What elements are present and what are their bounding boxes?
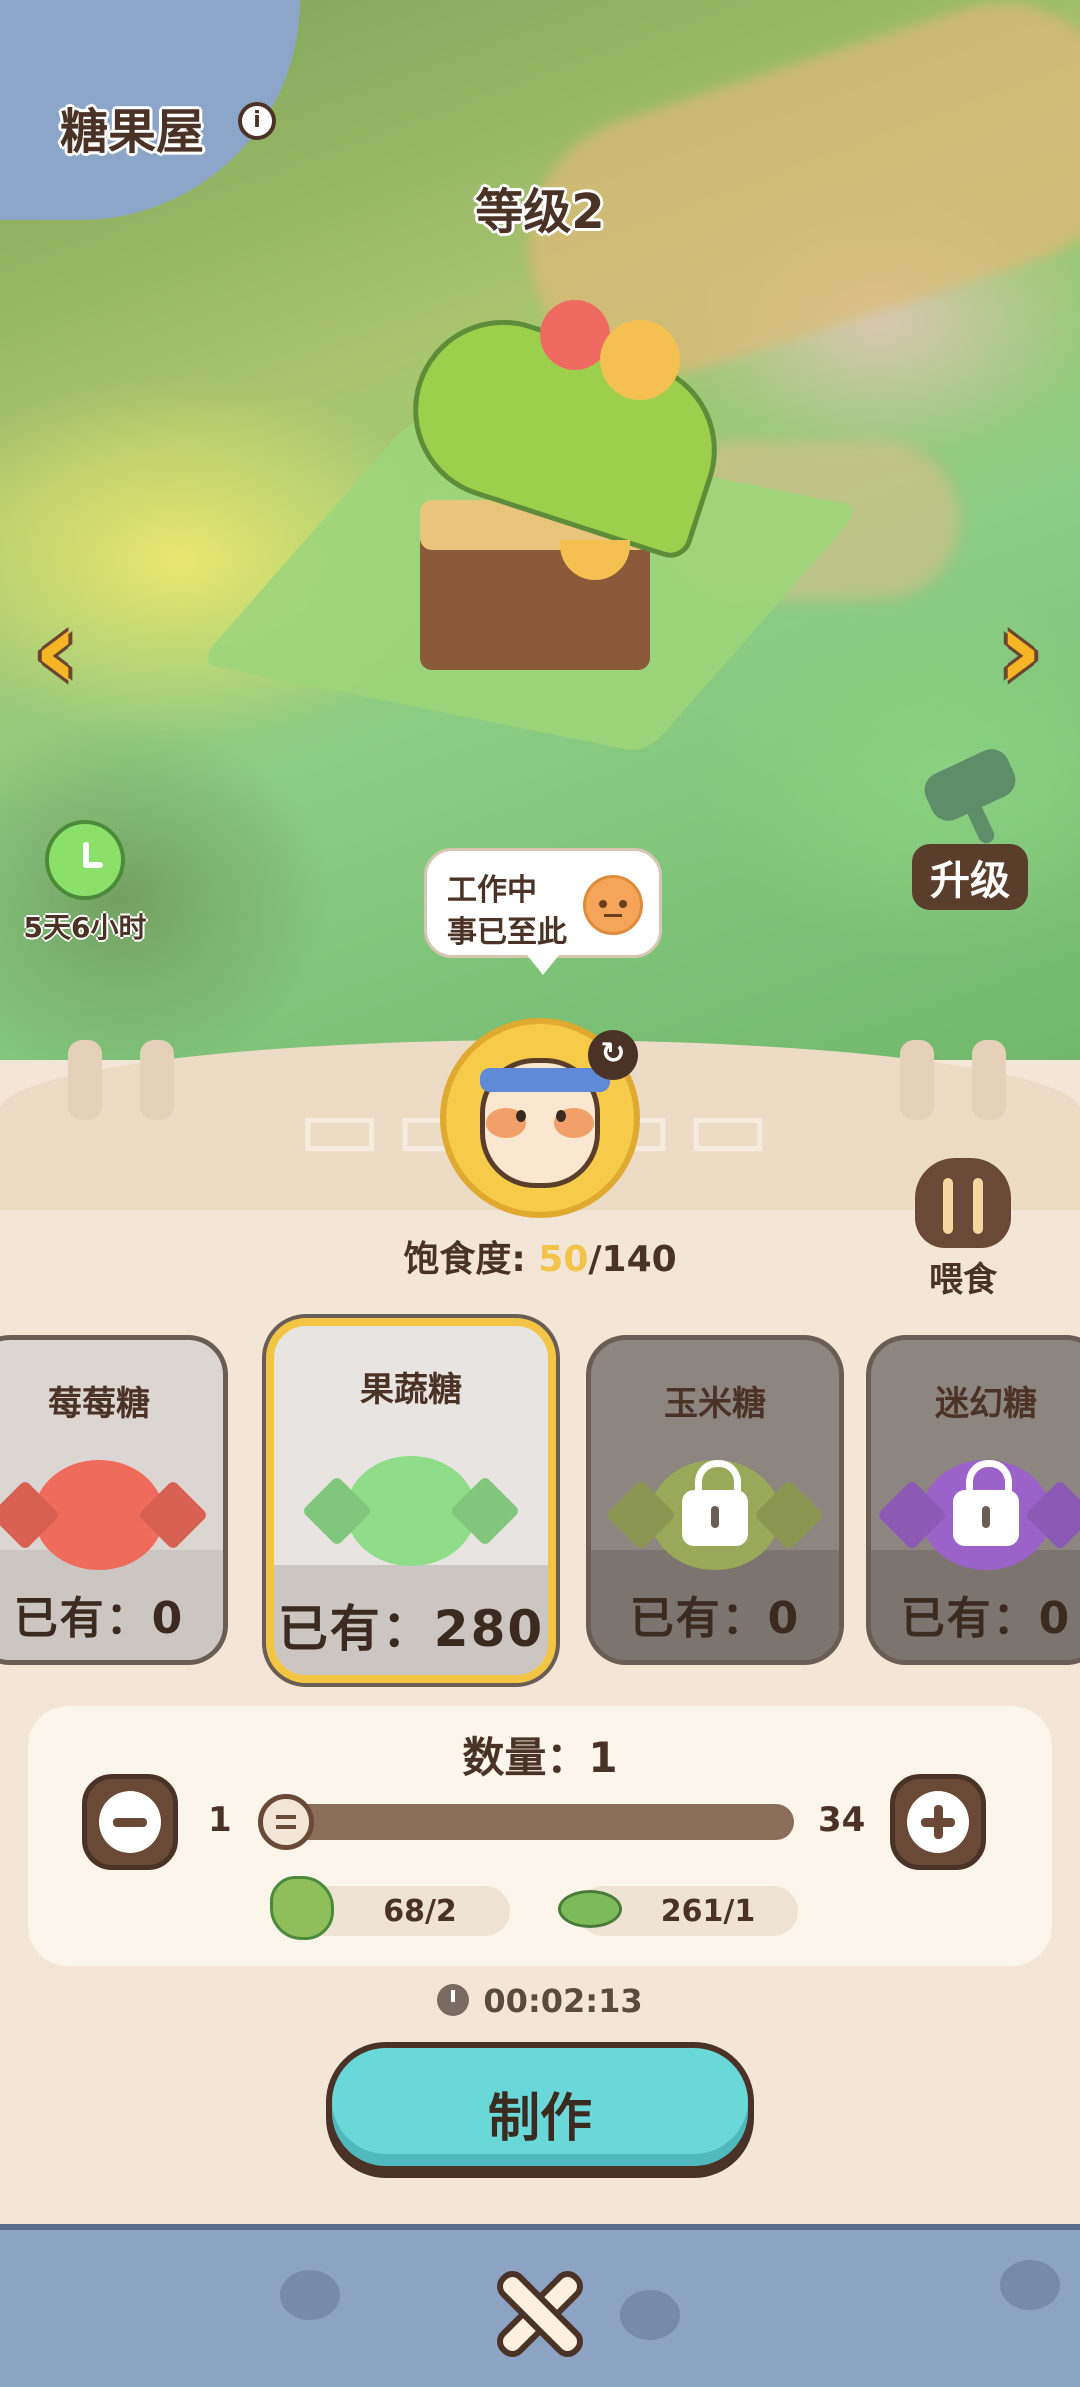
info-icon[interactable]: i xyxy=(238,102,276,140)
lock-icon xyxy=(953,1460,1019,1546)
candy-name: 莓莓糖 xyxy=(48,1384,150,1424)
satiety-max: /140 xyxy=(588,1239,677,1280)
candy-card-corn[interactable]: 玉米糖 已有：0 xyxy=(586,1335,844,1665)
upgrade-button[interactable]: 升级 xyxy=(890,743,1050,910)
paw-print-icon xyxy=(620,2290,680,2340)
fork-spoon-icon xyxy=(915,1158,1011,1248)
candy-card-fantasy[interactable]: 迷幻糖 已有：0 xyxy=(866,1335,1080,1665)
paw-print-icon xyxy=(1000,2260,1060,2310)
material-count: 68/2 xyxy=(383,1894,457,1929)
status-line: 事已至此 xyxy=(447,915,567,950)
quantity-box: 数量：1 1 34 68/2 261/1 xyxy=(28,1706,1052,1966)
candy-owned: 已有：0 xyxy=(629,1593,801,1644)
upgrade-label: 升级 xyxy=(912,844,1028,910)
candy-sign xyxy=(600,320,680,400)
clock-icon xyxy=(437,1984,470,2016)
material-lettuce: 68/2 xyxy=(270,1876,510,1940)
stopwatch-icon xyxy=(45,820,125,900)
timer-label: 5天6小时 xyxy=(23,911,147,944)
plus-icon xyxy=(907,1791,969,1853)
vegetable-candy-icon xyxy=(346,1456,476,1566)
status-bubble: 工作中 事已至此 xyxy=(424,848,662,975)
material-leaf: 261/1 xyxy=(558,1886,798,1936)
swap-pet-icon[interactable]: ↻ xyxy=(588,1030,638,1080)
eye xyxy=(556,1110,566,1122)
candy-name: 果蔬糖 xyxy=(360,1370,462,1410)
range-max: 34 xyxy=(818,1800,866,1840)
range-min: 1 xyxy=(208,1800,232,1840)
timer[interactable]: 5天6小时 xyxy=(10,820,160,946)
headband xyxy=(480,1068,610,1092)
candy-stall-building[interactable] xyxy=(197,290,863,790)
candy-card-strawberry[interactable]: 莓莓糖 已有：0 xyxy=(0,1335,228,1665)
slider-handle[interactable] xyxy=(258,1794,314,1850)
make-button[interactable]: 制作 xyxy=(326,2042,754,2172)
material-count: 261/1 xyxy=(660,1894,756,1929)
feed-button[interactable]: 喂食 xyxy=(908,1158,1018,1301)
lock-icon xyxy=(682,1460,748,1546)
quantity-label: 数量：1 xyxy=(462,1733,618,1782)
candy-card-vegetable[interactable]: 果蔬糖 已有：280 xyxy=(266,1318,556,1683)
candy-owned: 已有：280 xyxy=(277,1600,545,1658)
hammer-icon xyxy=(915,743,1025,846)
feed-label: 喂食 xyxy=(929,1260,997,1300)
building-title: 糖果屋 xyxy=(60,104,205,160)
craft-time: 00:02:13 xyxy=(0,1982,1080,2020)
next-building-arrow-icon[interactable]: › xyxy=(988,595,1052,705)
bottom-bar xyxy=(0,2224,1080,2387)
strawberry-candy-icon xyxy=(34,1460,164,1570)
prev-building-arrow-icon[interactable]: ‹ xyxy=(24,595,88,705)
status-line: 工作中 xyxy=(447,873,537,908)
building-level: 等级2 xyxy=(475,184,605,240)
satiety-current: 50 xyxy=(538,1239,589,1280)
increase-button[interactable] xyxy=(890,1774,986,1870)
paw-print-icon xyxy=(280,2270,340,2320)
minus-icon xyxy=(99,1791,161,1853)
decrease-button[interactable] xyxy=(82,1774,178,1870)
quantity-slider[interactable] xyxy=(274,1804,794,1840)
close-icon[interactable] xyxy=(490,2264,590,2364)
candy-owned: 已有：0 xyxy=(900,1593,1072,1644)
candy-name: 玉米糖 xyxy=(664,1384,766,1424)
make-label: 制作 xyxy=(487,2089,592,2149)
eye xyxy=(516,1110,526,1122)
meh-face-icon xyxy=(583,875,643,935)
candy-name: 迷幻糖 xyxy=(935,1384,1037,1424)
satiety-label: 饱食度: xyxy=(403,1239,539,1280)
candy-owned: 已有：0 xyxy=(13,1593,185,1644)
craft-time-value: 00:02:13 xyxy=(483,1982,643,2020)
